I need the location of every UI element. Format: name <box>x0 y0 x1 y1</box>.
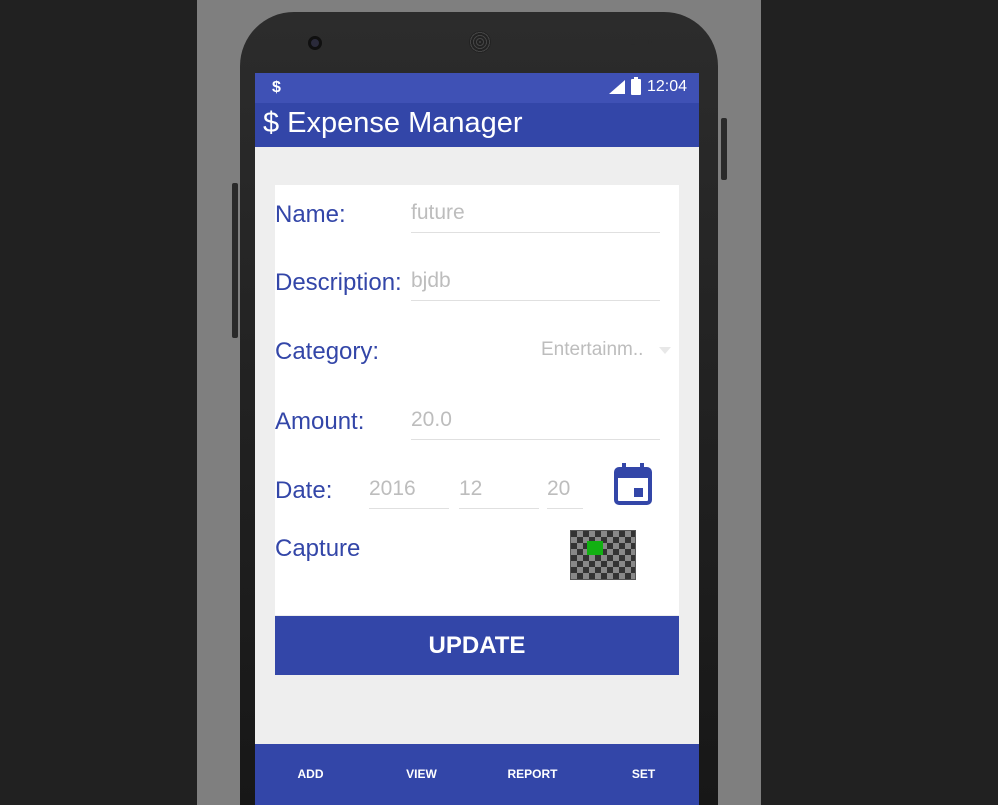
capture-thumbnail[interactable] <box>570 530 636 580</box>
category-selected-value: Entertainm.. <box>541 339 644 360</box>
capture-preview-marker <box>587 541 603 555</box>
calendar-icon[interactable] <box>614 463 652 505</box>
date-month-field[interactable]: 12 <box>459 473 539 509</box>
category-label: Category: <box>275 338 380 365</box>
status-bar: $ 12:04 <box>255 73 699 103</box>
amount-field[interactable]: 20.0 <box>411 404 660 440</box>
date-day-field[interactable]: 20 <box>547 473 583 509</box>
status-icons: 12:04 <box>608 77 687 96</box>
phone-screen: $ 12:04 $ Expense Manager Name: future D… <box>255 73 699 805</box>
nav-set[interactable]: SET <box>588 744 699 805</box>
category-row: Category: Entertainm.. <box>275 334 679 384</box>
name-label: Name: <box>275 201 346 228</box>
earpiece-speaker <box>469 31 491 53</box>
status-app-icon: $ <box>272 79 281 96</box>
front-camera <box>308 36 322 50</box>
amount-row: Amount: 20.0 <box>275 404 679 454</box>
description-label: Description: <box>275 269 402 296</box>
battery-icon <box>630 77 641 95</box>
date-label: Date: <box>275 477 333 504</box>
nav-add[interactable]: ADD <box>255 744 366 805</box>
signal-icon <box>608 80 625 94</box>
capture-label: Capture <box>275 535 361 562</box>
nav-report[interactable]: REPORT <box>477 744 588 805</box>
name-field[interactable]: future <box>411 197 660 233</box>
light-sensor <box>648 40 652 44</box>
phone-side-button-right <box>721 118 727 180</box>
phone-side-button-left <box>232 183 238 338</box>
status-time: 12:04 <box>646 78 687 95</box>
bottom-navigation: ADD VIEW REPORT SET <box>255 744 699 805</box>
description-row: Description: bjdb <box>275 265 679 315</box>
amount-label: Amount: <box>275 408 365 435</box>
category-dropdown[interactable]: Entertainm.. <box>535 334 675 370</box>
update-button[interactable]: UPDATE <box>275 616 679 675</box>
name-row: Name: future <box>275 197 679 247</box>
proximity-sensor <box>630 39 636 45</box>
app-title: $ Expense Manager <box>263 107 523 139</box>
date-year-field[interactable]: 2016 <box>369 473 449 509</box>
date-row: Date: 2016 12 20 <box>275 463 679 519</box>
expense-form: Name: future Description: bjdb Category:… <box>275 185 679 615</box>
description-field[interactable]: bjdb <box>411 265 660 301</box>
capture-row: Capture <box>275 527 679 587</box>
chevron-down-icon <box>659 347 671 354</box>
app-bar: $ Expense Manager <box>255 103 699 147</box>
nav-view[interactable]: VIEW <box>366 744 477 805</box>
